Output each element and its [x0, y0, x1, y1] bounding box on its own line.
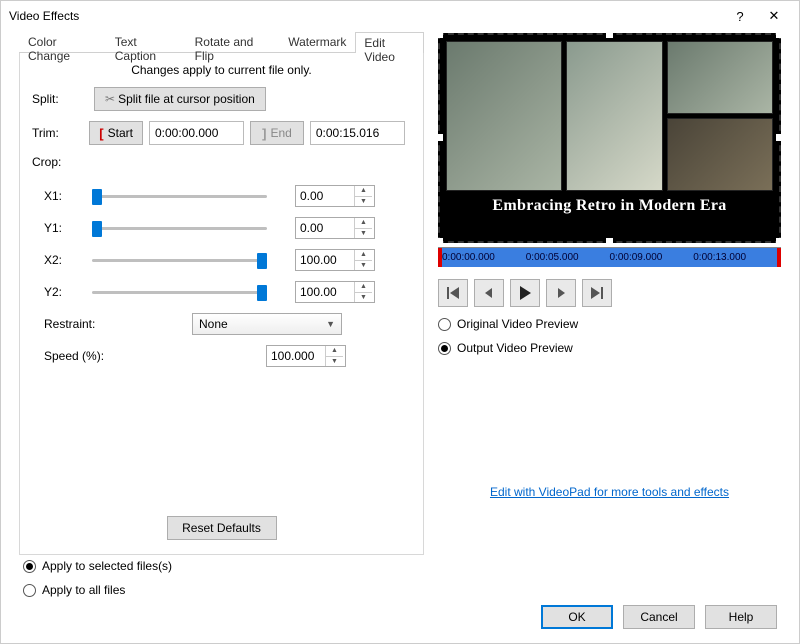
timeline[interactable]: 0:00:00.000 0:00:05.000 0:00:09.000 0:00… — [438, 247, 781, 267]
restraint-label: Restraint: — [44, 317, 192, 331]
x1-value[interactable] — [296, 186, 354, 206]
crop-handle[interactable] — [776, 238, 783, 245]
preview-frame — [446, 41, 562, 191]
split-label: Split: — [32, 92, 94, 106]
playback-controls — [438, 279, 781, 307]
split-button[interactable]: ✂ Split file at cursor position — [94, 87, 266, 111]
trim-start-time[interactable]: 0:00:00.000 — [149, 121, 244, 145]
ok-button[interactable]: OK — [541, 605, 613, 629]
radio-icon — [438, 342, 451, 355]
tab-edit-video[interactable]: Edit Video — [355, 32, 424, 53]
trim-start-button[interactable]: [ Start — [89, 121, 143, 145]
timeline-tick: 0:00:13.000 — [693, 252, 777, 263]
crop-label: Crop: — [32, 155, 94, 169]
crop-handle[interactable] — [436, 134, 443, 141]
preview-frame — [667, 41, 773, 114]
tab-watermark[interactable]: Watermark — [279, 31, 355, 52]
spin-down-icon[interactable]: ▼ — [355, 197, 372, 207]
tab-bar: Color Change Text Caption Rotate and Fli… — [19, 31, 424, 53]
spin-up-icon[interactable]: ▲ — [355, 282, 372, 293]
crop-handle[interactable] — [776, 31, 783, 38]
y2-label: Y2: — [44, 285, 92, 299]
window-title: Video Effects — [9, 9, 723, 23]
spin-up-icon[interactable]: ▲ — [326, 346, 343, 357]
reset-defaults-button[interactable]: Reset Defaults — [167, 516, 277, 540]
preview-frame — [566, 41, 663, 191]
preview-caption: Embracing Retro in Modern Era — [446, 197, 773, 215]
timeline-end-marker[interactable] — [777, 248, 781, 267]
spin-down-icon[interactable]: ▼ — [355, 229, 372, 239]
help-button[interactable]: Help — [705, 605, 777, 629]
speed-value[interactable] — [267, 346, 325, 366]
y1-value[interactable] — [296, 218, 354, 238]
speed-spinner[interactable]: ▲▼ — [266, 345, 346, 367]
scissors-icon: ✂ — [105, 92, 112, 106]
videopad-link[interactable]: Edit with VideoPad for more tools and ef… — [438, 485, 781, 499]
preview-collage — [446, 41, 773, 191]
bracket-start-icon: [ — [99, 126, 103, 141]
x2-label: X2: — [44, 253, 92, 267]
restraint-select[interactable]: None ▼ — [192, 313, 342, 335]
tab-rotate-flip[interactable]: Rotate and Flip — [186, 31, 280, 52]
y2-slider[interactable] — [92, 282, 267, 302]
crop-handle[interactable] — [436, 31, 443, 38]
frame-back-button[interactable] — [474, 279, 504, 307]
titlebar: Video Effects ? ✕ — [1, 1, 799, 31]
y1-spinner[interactable]: ▲▼ — [295, 217, 375, 239]
panel-note: Changes apply to current file only. — [32, 63, 411, 77]
chevron-down-icon: ▼ — [326, 319, 335, 329]
cancel-button[interactable]: Cancel — [623, 605, 695, 629]
bracket-end-icon: ] — [262, 126, 266, 141]
x2-value[interactable] — [296, 250, 354, 270]
trim-end-button[interactable]: ] End — [250, 121, 304, 145]
crop-handle[interactable] — [776, 134, 783, 141]
video-effects-dialog: Video Effects ? ✕ Color Change Text Capt… — [0, 0, 800, 644]
timeline-tick: 0:00:00.000 — [442, 252, 526, 263]
apply-selected-option[interactable]: Apply to selected files(s) — [23, 559, 172, 573]
x1-slider[interactable] — [92, 186, 267, 206]
preview-original-option[interactable]: Original Video Preview — [438, 317, 781, 331]
spin-up-icon[interactable]: ▲ — [355, 218, 372, 229]
skip-start-button[interactable] — [438, 279, 468, 307]
y1-slider[interactable] — [92, 218, 267, 238]
crop-handle[interactable] — [436, 238, 443, 245]
spin-up-icon[interactable]: ▲ — [355, 186, 372, 197]
spin-down-icon[interactable]: ▼ — [326, 357, 343, 367]
y2-spinner[interactable]: ▲▼ — [295, 281, 375, 303]
preview-frame — [667, 118, 773, 191]
edit-video-panel: Changes apply to current file only. Spli… — [19, 53, 424, 555]
speed-label: Speed (%): — [44, 349, 266, 363]
x1-label: X1: — [44, 189, 92, 203]
skip-end-button[interactable] — [582, 279, 612, 307]
spin-down-icon[interactable]: ▼ — [355, 293, 372, 303]
timeline-tick: 0:00:05.000 — [526, 252, 610, 263]
radio-icon — [438, 318, 451, 331]
y2-value[interactable] — [296, 282, 354, 302]
x1-spinner[interactable]: ▲▼ — [295, 185, 375, 207]
play-button[interactable] — [510, 279, 540, 307]
timeline-start-marker[interactable] — [438, 248, 442, 267]
y1-label: Y1: — [44, 221, 92, 235]
tab-color-change[interactable]: Color Change — [19, 31, 106, 52]
frame-forward-button[interactable] — [546, 279, 576, 307]
spin-up-icon[interactable]: ▲ — [355, 250, 372, 261]
trim-label: Trim: — [32, 126, 89, 140]
radio-icon — [23, 584, 36, 597]
x2-spinner[interactable]: ▲▼ — [295, 249, 375, 271]
crop-handle[interactable] — [606, 31, 613, 38]
preview-output-option[interactable]: Output Video Preview — [438, 341, 781, 355]
trim-end-time[interactable]: 0:00:15.016 — [310, 121, 405, 145]
tab-text-caption[interactable]: Text Caption — [106, 31, 186, 52]
apply-all-option[interactable]: Apply to all files — [23, 583, 172, 597]
x2-slider[interactable] — [92, 250, 267, 270]
timeline-tick: 0:00:09.000 — [610, 252, 694, 263]
video-preview[interactable]: Embracing Retro in Modern Era — [438, 33, 781, 243]
close-icon[interactable]: ✕ — [757, 4, 791, 28]
radio-icon — [23, 560, 36, 573]
crop-handle[interactable] — [606, 238, 613, 245]
help-icon[interactable]: ? — [723, 4, 757, 28]
spin-down-icon[interactable]: ▼ — [355, 261, 372, 271]
